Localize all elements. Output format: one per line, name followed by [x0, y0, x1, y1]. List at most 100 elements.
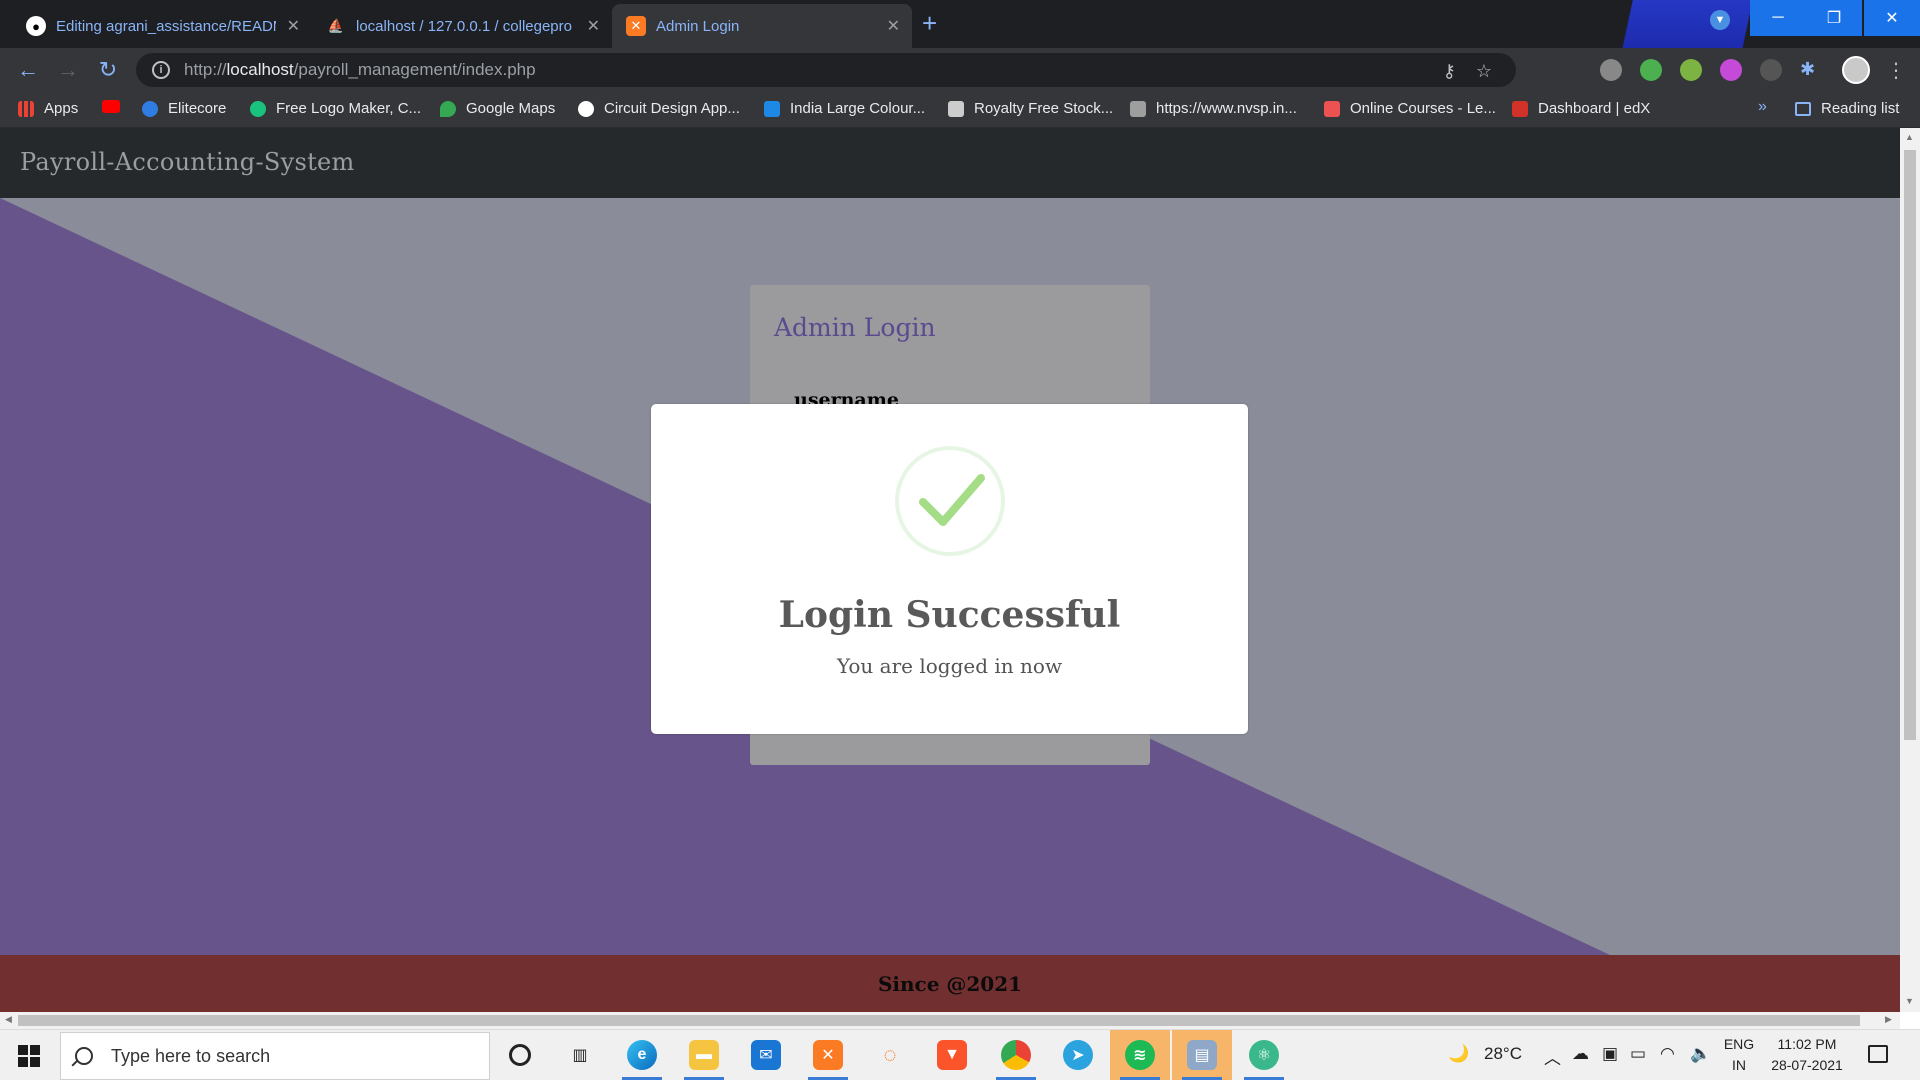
key-icon[interactable]: ⚷ — [1443, 61, 1456, 82]
language-indicator[interactable]: ENG IN — [1722, 1034, 1756, 1076]
brave-icon[interactable]: ▼ — [922, 1030, 982, 1080]
mail-icon[interactable]: ✉ — [736, 1030, 796, 1080]
scroll-up-icon[interactable]: ▲ — [1905, 132, 1914, 142]
bookmark-star-icon[interactable]: ☆ — [1476, 61, 1492, 82]
jupyter-icon[interactable]: ◌ — [860, 1030, 920, 1080]
new-tab-button[interactable]: + — [922, 8, 937, 39]
close-tab-icon[interactable]: ✕ — [587, 16, 600, 36]
circuit-icon — [578, 100, 594, 117]
chrome-icon[interactable] — [986, 1030, 1046, 1080]
wifi-icon[interactable]: ◠ — [1660, 1044, 1675, 1064]
tree-extension-icon[interactable] — [1680, 59, 1702, 81]
horizontal-scrollbar[interactable]: ◀ ▶ — [0, 1012, 1900, 1029]
lang-code: ENG — [1723, 1036, 1755, 1052]
bookmark-logo-maker[interactable]: Free Logo Maker, C... — [250, 100, 421, 117]
cortana-icon[interactable] — [490, 1030, 550, 1080]
edx-icon — [1512, 100, 1528, 117]
extension-icon[interactable] — [1640, 59, 1662, 81]
bookmark-google-maps[interactable]: Google Maps — [440, 100, 555, 117]
bookmark-nvsp[interactable]: https://www.nvsp.in... — [1130, 100, 1297, 117]
extension-icon[interactable] — [1760, 59, 1782, 81]
bookmark-label: Royalty Free Stock... — [974, 100, 1114, 117]
moon-icon[interactable]: 🌙 — [1448, 1044, 1469, 1064]
device-icon[interactable]: ▣ — [1602, 1044, 1618, 1064]
spotify-icon[interactable]: ≋ — [1110, 1030, 1170, 1080]
scroll-left-icon[interactable]: ◀ — [5, 1014, 12, 1025]
volume-icon[interactable]: 🔈 — [1690, 1044, 1711, 1064]
telegram-icon[interactable]: ➤ — [1048, 1030, 1108, 1080]
bookmark-udemy[interactable]: Online Courses - Le... — [1324, 100, 1496, 117]
battery-icon[interactable]: ▭ — [1630, 1044, 1646, 1064]
tab-admin-login[interactable]: ✕ Admin Login ✕ — [612, 4, 912, 48]
bookmark-label: India Large Colour... — [790, 100, 926, 117]
phpmyadmin-icon: ⛵ — [327, 18, 345, 33]
vertical-scrollbar[interactable]: ▲ ▼ — [1900, 128, 1920, 1012]
bookmark-apps[interactable]: Apps — [18, 100, 78, 117]
bookmark-edx[interactable]: Dashboard | edX — [1512, 100, 1650, 117]
bookmarks-bar: Apps Elitecore Free Logo Maker, C... Goo… — [0, 92, 1920, 128]
bookmark-stock[interactable]: Royalty Free Stock... — [948, 100, 1113, 117]
back-arrow-icon[interactable]: ← — [14, 56, 42, 84]
info-icon[interactable]: i — [152, 61, 170, 79]
onedrive-icon[interactable]: ☁ — [1572, 1044, 1589, 1064]
udemy-icon — [1324, 100, 1340, 117]
close-window-button[interactable]: ✕ — [1864, 0, 1920, 36]
tab-github[interactable]: ● Editing agrani_assistance/READM ✕ — [12, 4, 312, 48]
windows-start-icon[interactable] — [18, 1045, 40, 1067]
bookmark-label: Free Logo Maker, C... — [276, 100, 422, 117]
minimize-button[interactable]: ─ — [1750, 0, 1806, 36]
search-placeholder: Type here to search — [111, 1045, 271, 1066]
puzzle-icon[interactable]: ✱ — [1800, 59, 1822, 81]
reload-icon[interactable]: ↻ — [94, 56, 122, 84]
bookmark-india-map[interactable]: India Large Colour... — [764, 100, 925, 117]
bookmark-youtube[interactable] — [102, 100, 130, 113]
download-icon[interactable]: ▼ — [1710, 10, 1730, 30]
scroll-right-icon[interactable]: ▶ — [1885, 1014, 1892, 1025]
atom-icon[interactable]: ⚛ — [1234, 1030, 1294, 1080]
stock-icon — [948, 100, 964, 117]
page-viewport: Payroll-Accounting-System Admin Login us… — [0, 128, 1900, 1012]
chevron-up-icon[interactable]: ︿ — [1544, 1044, 1561, 1069]
close-tab-icon[interactable]: ✕ — [287, 16, 300, 36]
restore-button[interactable]: ❐ — [1806, 0, 1862, 36]
address-url[interactable]: http://localhost/payroll_management/inde… — [184, 60, 536, 80]
edge-icon[interactable]: e — [612, 1030, 672, 1080]
scroll-thumb[interactable] — [18, 1015, 1860, 1026]
more-bookmarks-icon[interactable]: » — [1758, 98, 1767, 116]
menu-icon[interactable]: ⋮ — [1886, 58, 1906, 83]
tab-phpmyadmin[interactable]: ⛵ localhost / 127.0.0.1 / collegepro ✕ — [312, 4, 612, 48]
scroll-down-icon[interactable]: ▼ — [1905, 996, 1914, 1006]
task-view-icon[interactable]: ▥ — [550, 1030, 610, 1080]
map-icon — [764, 100, 780, 117]
forward-arrow-icon[interactable]: → — [54, 56, 82, 84]
weather-text[interactable]: 28°C — [1484, 1044, 1522, 1064]
avatar[interactable] — [1842, 56, 1870, 84]
bookmark-label: Apps — [44, 100, 79, 117]
success-check-icon — [919, 474, 985, 526]
reading-list-button[interactable]: Reading list — [1795, 100, 1899, 117]
close-tab-icon[interactable]: ✕ — [887, 16, 900, 36]
tab-title: Editing agrani_assistance/READM — [56, 17, 276, 35]
dialog-text: You are logged in now — [836, 654, 1063, 678]
taskbar-search[interactable]: Type here to search — [60, 1032, 490, 1080]
extension-icon[interactable] — [1600, 59, 1622, 81]
notification-icon[interactable] — [1868, 1045, 1888, 1063]
maps-pin-icon — [440, 100, 456, 117]
xampp-taskbar-icon[interactable]: ✕ — [798, 1030, 858, 1080]
notes-app-icon[interactable]: ▤ — [1172, 1030, 1232, 1080]
bookmark-elitecore[interactable]: Elitecore — [142, 100, 226, 117]
browser-toolbar: ← → ↻ i http://localhost/payroll_managem… — [0, 48, 1920, 92]
site-navbar: Payroll-Accounting-System — [0, 128, 1900, 198]
extension-icon[interactable] — [1720, 59, 1742, 81]
scroll-thumb[interactable] — [1904, 150, 1916, 740]
address-bar[interactable]: i http://localhost/payroll_management/in… — [136, 53, 1516, 87]
browser-tab-strip: ● Editing agrani_assistance/READM ✕ ⛵ lo… — [0, 0, 1920, 48]
file-explorer-icon[interactable]: ▬ — [674, 1030, 734, 1080]
url-path: /payroll_management/index.php — [293, 60, 536, 79]
bookmark-label: Online Courses - Le... — [1350, 100, 1496, 117]
bookmark-circuit-design[interactable]: Circuit Design App... — [578, 100, 740, 117]
site-brand[interactable]: Payroll-Accounting-System — [20, 148, 355, 176]
github-icon: ● — [26, 16, 46, 36]
system-clock[interactable]: 11:02 PM 28-07-2021 — [1762, 1034, 1852, 1076]
site-footer: Since @2021 — [0, 955, 1900, 1012]
